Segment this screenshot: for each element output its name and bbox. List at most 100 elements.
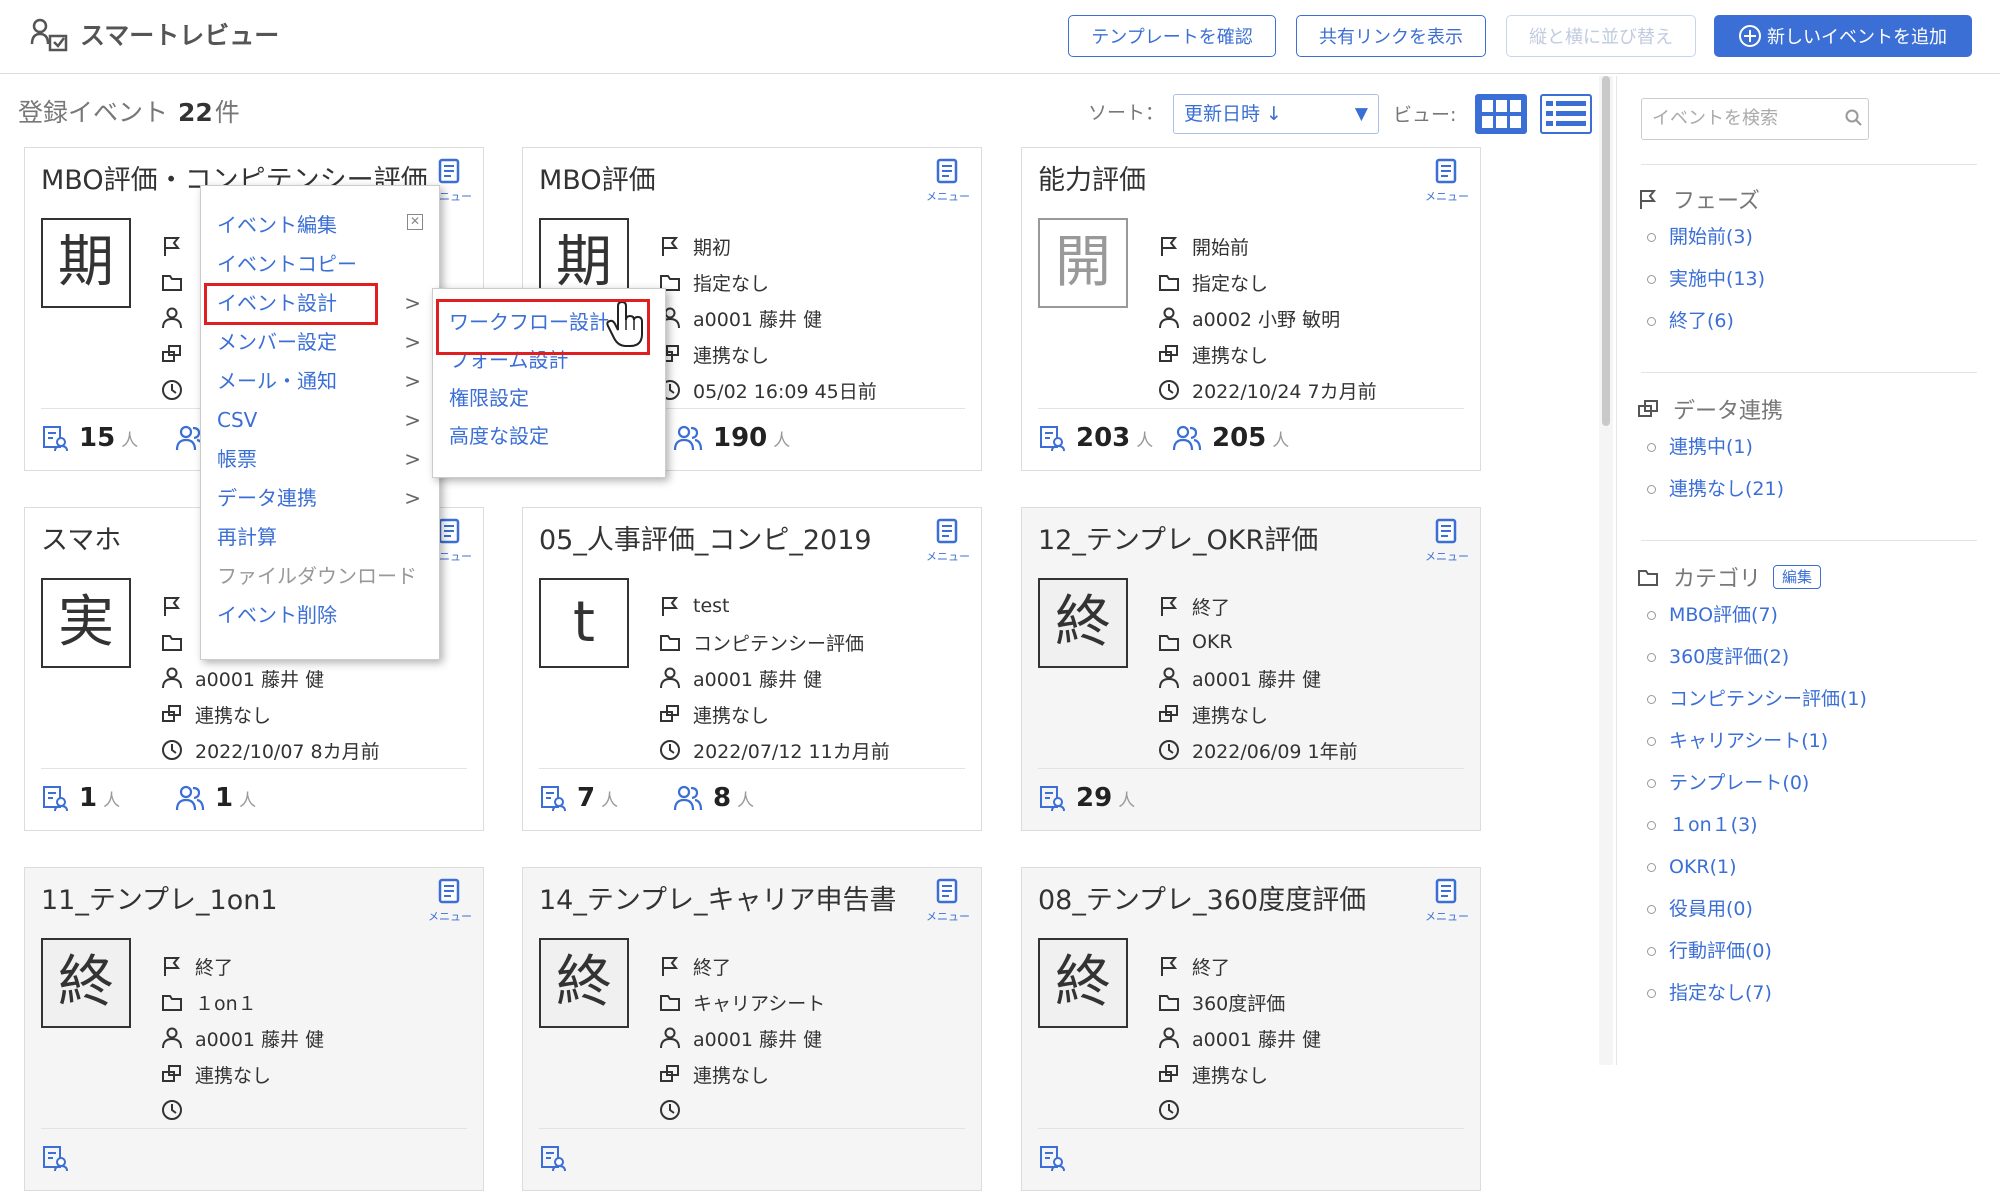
card-menu-button[interactable]: メニュー (923, 878, 973, 923)
event-context-menu: ✕ イベント編集 イベントコピー イベント設計 > メンバー設定 > メール・通知 > CSV >… (200, 185, 440, 660)
menu-item[interactable]: 再計算 (201, 518, 439, 556)
category-filter-item[interactable]: MBO評価(7) (1637, 594, 1977, 636)
card-menu-button[interactable]: メニュー (923, 518, 973, 563)
menu-item[interactable]: ファイルダウンロード (201, 557, 439, 595)
card-menu-button[interactable]: メニュー (1422, 878, 1472, 923)
event-card[interactable]: 05_人事評価_コンピ_2019 メニュー t test コンピテンシー評価 a0001 … (522, 507, 982, 831)
evaluator-count: 8人 (673, 778, 754, 818)
category-filter-label: OKR(1) (1669, 856, 1737, 878)
menu-label: メニュー (926, 910, 970, 923)
updated-text: 2022/10/24 7カ月前 (1192, 380, 1377, 403)
menu-item[interactable]: 帳票 > (201, 440, 439, 478)
category-filter-item[interactable]: テンプレート(0) (1637, 762, 1977, 804)
card-info-row: 連携なし (1158, 340, 1478, 368)
menu-item[interactable]: イベントコピー (201, 245, 439, 283)
menu-item[interactable]: メンバー設定 > (201, 323, 439, 361)
event-card[interactable]: 14_テンプレ_キャリア申告書 メニュー終 終了 キャリアシート a0001 藤井 健連… (522, 867, 982, 1191)
menu-item-label: イベント削除 (217, 603, 337, 627)
add-event-button[interactable]: 新しいイベントを追加 (1714, 15, 1972, 57)
menu-item[interactable]: イベント編集 (201, 206, 439, 244)
card-info-row: 連携なし (659, 1060, 979, 1088)
show-share-link-button[interactable]: 共有リンクを表示 (1296, 15, 1486, 57)
list-icon (1546, 101, 1586, 126)
card-menu-button[interactable]: メニュー (425, 878, 475, 923)
users-icon (30, 18, 68, 52)
evaluatee-icon (1040, 1146, 1065, 1172)
folder-icon (660, 635, 680, 651)
menu-item[interactable]: イベント削除 (201, 596, 439, 634)
category-title: カテゴリ (1673, 567, 1762, 592)
submenu-item[interactable]: 高度な設定 (449, 417, 549, 455)
evaluatee-count: 1人 (41, 778, 120, 818)
close-icon[interactable]: ✕ (407, 214, 423, 230)
list-view-button[interactable] (1540, 94, 1592, 134)
menu-item[interactable]: メール・通知 > (201, 362, 439, 400)
category-filter-item[interactable]: 指定なし(7) (1637, 972, 1977, 1014)
document-menu-icon (936, 878, 958, 904)
menu-item[interactable]: データ連携 > (201, 479, 439, 517)
category-text: 360度評価 (1192, 992, 1286, 1015)
category-filter-item[interactable]: １on１(3) (1637, 804, 1977, 846)
card-info-row (1158, 1096, 1478, 1124)
card-info-row: a0001 藤井 健 (659, 664, 979, 692)
integration-filter-item[interactable]: 連携中(1) (1637, 426, 1977, 468)
search-input[interactable]: イベントを検索 (1641, 98, 1869, 140)
category-filter-item[interactable]: キャリアシート(1) (1637, 720, 1977, 762)
integration-text: 連携なし (1192, 704, 1269, 727)
card-info-row: 終了 (1158, 592, 1478, 620)
person-icon (1159, 307, 1179, 329)
chevron-right-icon: > (404, 369, 421, 393)
card-divider (539, 1128, 965, 1129)
menu-label: メニュー (1425, 550, 1469, 563)
card-info-row: コンピテンシー評価 (659, 628, 979, 656)
sort-label: ソート： (1088, 102, 1165, 124)
category-filter-item[interactable]: 360度評価(2) (1637, 636, 1977, 678)
category-filter-item[interactable]: 行動評価(0) (1637, 930, 1977, 972)
owner-text: a0002 小野 敏明 (1192, 308, 1341, 331)
category-filter-item[interactable]: コンピテンシー評価(1) (1637, 678, 1977, 720)
event-count: 登録イベント 22件 (18, 96, 240, 130)
owner-text: a0001 藤井 健 (693, 308, 823, 331)
card-menu-button[interactable]: メニュー (923, 158, 973, 203)
card-menu-button[interactable]: メニュー (1422, 518, 1472, 563)
sort-select[interactable]: 更新日時 ↓ ▼ (1173, 94, 1379, 134)
edit-category-button[interactable]: 編集 (1773, 565, 1822, 589)
phase-text: 終了 (1192, 596, 1231, 619)
event-card[interactable]: 12_テンプレ_OKR評価 メニュー終 終了 OKR a0001 藤井 健連携なし 202… (1021, 507, 1481, 831)
phase-filter-item[interactable]: 実施中(13) (1637, 258, 1977, 300)
menu-item-label: CSV (217, 408, 258, 432)
scrollbar[interactable] (1599, 76, 1613, 1065)
category-filter-label: 役員用(0) (1669, 898, 1753, 920)
card-info-row: 連携なし (659, 700, 979, 728)
integration-filter-label: 連携中(1) (1669, 436, 1753, 458)
chevron-right-icon: > (404, 447, 421, 471)
users-icon (673, 785, 703, 811)
card-title: スマホ (41, 525, 122, 556)
event-card[interactable]: 11_テンプレ_1on1 メニュー終 終了 １on１ a0001 藤井 健連携なし (24, 867, 484, 1191)
view-templates-button[interactable]: テンプレートを確認 (1068, 15, 1276, 57)
card-info-row: a0001 藤井 健 (659, 304, 979, 332)
reorder-button[interactable]: 縦と横に並び替え (1506, 15, 1696, 57)
category-text: キャリアシート (693, 992, 826, 1015)
phase-badge: 実 (41, 578, 131, 668)
stat-unit: 人 (601, 790, 619, 811)
owner-text: a0001 藤井 健 (693, 1028, 823, 1051)
category-filter-item[interactable]: 役員用(0) (1637, 888, 1977, 930)
submenu-item[interactable]: 権限設定 (449, 379, 529, 417)
menu-item[interactable]: CSV > (201, 401, 439, 439)
folder-icon (162, 275, 182, 291)
integration-filter-item[interactable]: 連携なし(21) (1637, 468, 1977, 510)
card-menu-button[interactable]: メニュー (1422, 158, 1472, 203)
category-filter-item[interactable]: OKR(1) (1637, 846, 1977, 888)
scrollbar-thumb[interactable] (1602, 76, 1610, 426)
category-text: OKR (1192, 631, 1233, 653)
chevron-right-icon: > (404, 330, 421, 354)
phase-filter-item[interactable]: 開始前(3) (1637, 216, 1977, 258)
search-icon[interactable] (1845, 109, 1863, 127)
category-filter-label: 指定なし(7) (1669, 982, 1772, 1004)
event-card[interactable]: 能力評価 メニュー開 開始前 指定なし a0002 小野 敏明 連携なし 2022/10/2… (1021, 147, 1481, 471)
phase-filter-item[interactable]: 終了(6) (1637, 300, 1977, 342)
grid-view-button[interactable] (1475, 94, 1527, 134)
event-card[interactable]: 08_テンプレ_360度度評価 メニュー終 終了 360度評価 a0001 藤井 健連携… (1021, 867, 1481, 1191)
stat-value: 203 (1076, 423, 1131, 453)
